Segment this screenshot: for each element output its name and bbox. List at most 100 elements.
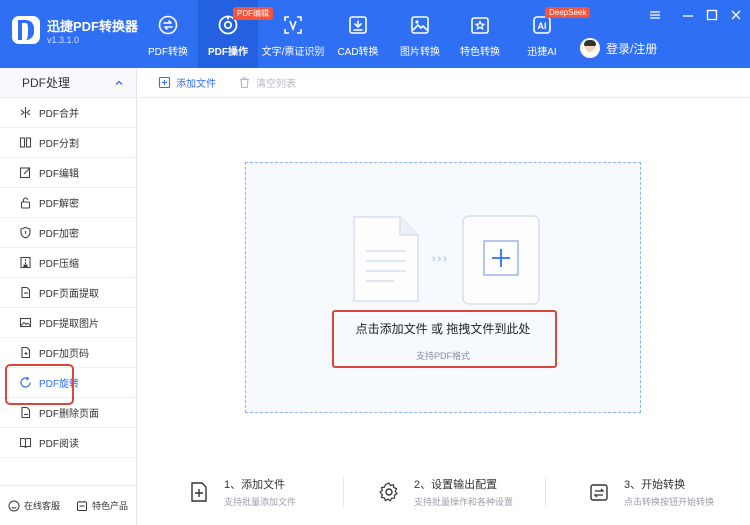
rotate-icon [20,376,31,388]
app-name: 迅捷PDF转换器 [47,19,139,34]
nav-image-convert[interactable]: 图片转换 [392,0,448,68]
add-file-label: 添加文件 [176,79,216,90]
sidebar-item-encrypt[interactable]: PDF加密 [0,218,136,248]
sidebar-item-label: PDF删除页面 [39,409,99,420]
main-area: ››› 点击添加文件 或 拖拽文件到此处 支持PDF格式 1、添加文件 支持批量… [138,99,750,525]
ocr-icon [284,16,302,34]
login-label: 登录/注册 [606,41,658,56]
file-toolbar: 添加文件 清空列表 [138,68,750,98]
sidebar-item-read[interactable]: PDF阅读 [0,428,136,458]
gear-icon [379,482,398,502]
add-file-icon [158,76,171,89]
trash-icon [240,77,249,89]
clear-list-label: 清空列表 [256,79,296,90]
chevron-up-icon [115,80,123,85]
featured-products-label: 特色产品 [91,501,128,511]
sidebar-item-delete-pages[interactable]: PDF删除页面 [0,398,136,428]
start-convert-icon [590,484,608,501]
sidebar-item-label: PDF加密 [39,229,79,240]
read-icon [19,437,32,449]
arrow-indicator-icon: ››› [432,253,449,265]
support-icon [8,500,20,511]
sidebar-item-label: PDF旋转 [39,379,79,390]
svg-text:AI: AI [538,21,547,31]
deepseek-badge: DeepSeek [545,7,591,18]
split-icon [19,137,32,148]
sidebar-section-header[interactable]: PDF处理 [0,68,136,98]
step-output-settings: 2、设置输出配置 支持批量操作和各种设置 [378,469,513,515]
sidebar-item-label: PDF解密 [39,199,79,210]
sidebar-item-extract-images[interactable]: PDF提取图片 [0,308,136,338]
nav-label: 文字/票证识别 [261,47,325,58]
sidebar-item-decrypt[interactable]: PDF解密 [0,188,136,218]
star-icon [471,17,489,34]
clear-list-button[interactable]: 清空列表 [238,75,296,90]
step-start-convert: 3、开始转换 点击转换按钮开始转换 [588,469,714,515]
nav-label: 迅捷AI [527,47,557,58]
add-file-button[interactable]: 添加文件 [158,75,216,90]
app-logo [12,16,40,44]
step-description: 支持批量操作和各种设置 [414,497,514,507]
nav-label: 特色转换 [460,47,500,58]
file-dropzone[interactable]: ››› 点击添加文件 或 拖拽文件到此处 支持PDF格式 [245,162,641,413]
nav-pdf-convert[interactable]: PDF转换 [138,0,198,68]
steps-bar: 1、添加文件 支持批量添加文件 2、设置输出配置 支持批量操作和各种设置 3、开… [138,469,750,515]
title-bar: 迅捷PDF转换器 v1.3.1.0 PDF转换 PDF操作 PDF编辑 文字/票… [0,0,750,68]
nav-label: 图片转换 [400,47,440,58]
shield-icon [20,226,31,239]
step-title: 1、添加文件 [224,479,286,491]
online-support-button[interactable]: 在线客服 [8,499,60,512]
step-divider [545,477,546,507]
step-add-file: 1、添加文件 支持批量添加文件 [188,469,296,515]
picture-icon [19,317,32,328]
app-version: v1.3.1.0 [47,35,80,45]
sidebar-item-add-page-numbers[interactable]: PDF加页码 [0,338,136,368]
nav-label: PDF操作 [208,47,248,58]
compress-icon [20,256,31,269]
login-register[interactable]: 登录/注册 [580,38,657,58]
unlock-icon [20,197,31,209]
page-extract-icon [21,286,31,299]
product-icon [76,500,87,511]
dropzone-title: 点击添加文件 或 拖拽文件到此处 [355,322,531,336]
sidebar-header-label: PDF处理 [22,76,71,90]
sidebar-item-label: PDF页面提取 [39,289,99,300]
step-title: 2、设置输出配置 [414,479,498,491]
sidebar-item-merge[interactable]: PDF合并 [0,98,136,128]
dropzone-subtitle: 支持PDF格式 [415,351,470,361]
sidebar-item-edit[interactable]: PDF编辑 [0,158,136,188]
minimize-icon[interactable] [681,8,695,22]
delete-page-icon [21,406,31,419]
step-description: 点击转换按钮开始转换 [624,497,715,507]
sidebar-item-rotate[interactable]: PDF旋转 [0,368,136,398]
avatar [580,38,600,58]
sidebar-item-compress[interactable]: PDF压缩 [0,248,136,278]
nav-ocr[interactable]: 文字/票证识别 [258,0,328,68]
featured-products-button[interactable]: 特色产品 [76,499,128,512]
nav-featured-convert[interactable]: 特色转换 [452,0,508,68]
add-file-illustration-icon [462,215,540,305]
nav-cad-convert[interactable]: CAD转换 [330,0,386,68]
online-support-label: 在线客服 [23,501,60,511]
sidebar-item-label: PDF分割 [39,139,79,150]
add-file-step-icon [191,482,207,502]
cad-icon [349,16,367,34]
menu-icon[interactable] [648,8,662,22]
sidebar: PDF处理 PDF合并 PDF分割 PDF编辑 PDF解密 PDF加密 PDF压… [0,68,137,525]
sidebar-item-label: PDF提取图片 [39,319,99,330]
sidebar-item-label: PDF压缩 [39,259,79,270]
edit-icon [19,167,31,179]
step-title: 3、开始转换 [624,479,686,491]
nav-label: PDF转换 [148,47,188,58]
sidebar-item-label: PDF阅读 [39,439,79,450]
close-icon[interactable] [729,8,743,22]
document-illustration-icon [353,216,419,302]
sidebar-item-label: PDF合并 [39,109,79,120]
convert-icon [158,15,178,35]
maximize-icon[interactable] [705,8,719,22]
sidebar-item-label: PDF加页码 [39,349,89,360]
sidebar-item-split[interactable]: PDF分割 [0,128,136,158]
page-number-icon [21,346,31,359]
sidebar-item-page-extract[interactable]: PDF页面提取 [0,278,136,308]
sidebar-footer: 在线客服 特色产品 [0,485,136,525]
